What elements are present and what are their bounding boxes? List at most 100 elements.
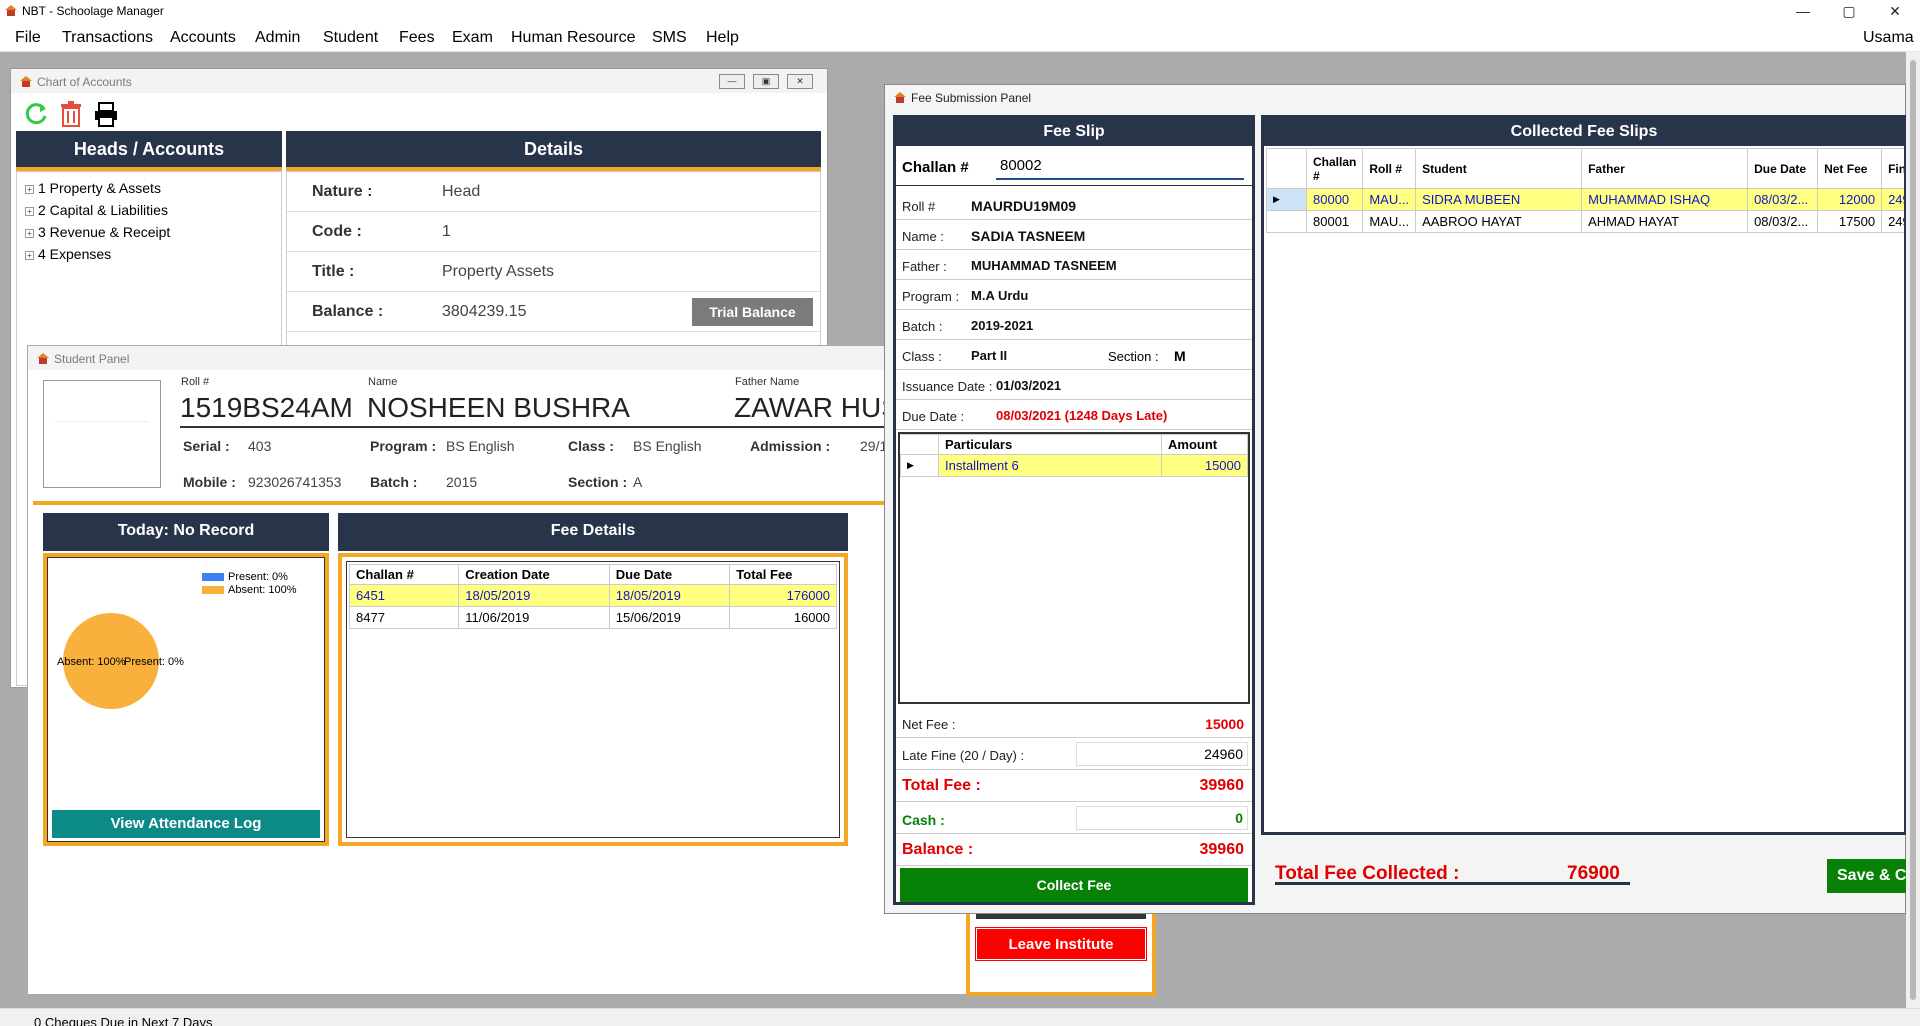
challan-label: Challan #	[902, 159, 969, 176]
col-due-date[interactable]: Due Date	[608, 564, 731, 585]
menu-student[interactable]: Student	[323, 29, 378, 47]
orange-divider	[33, 501, 889, 505]
refresh-icon[interactable]	[23, 101, 49, 127]
table-row[interactable]: 80001 MAU... AABROO HAYAT AHMAD HAYAT 08…	[1266, 210, 1904, 233]
cash-row: Cash :	[896, 802, 1252, 834]
total-collected-label: Total Fee Collected :	[1275, 863, 1460, 884]
fee-submission-window: Fee Submission Panel Fee Slip Challan # …	[884, 84, 1907, 914]
fee-details-panel: Challan # Creation Date Due Date Total F…	[338, 553, 848, 846]
menu-admin[interactable]: Admin	[255, 29, 300, 47]
fee-title-bar: Fee Submission Panel	[885, 85, 1905, 109]
menu-human-resource[interactable]: Human Resource	[511, 29, 636, 47]
admission-value: 29/1	[860, 438, 884, 454]
class-value: BS English	[633, 438, 702, 454]
minimize-button[interactable]: —	[1780, 0, 1826, 22]
close-button[interactable]: ✕	[1872, 0, 1918, 22]
details-header: Details	[286, 131, 821, 171]
current-user[interactable]: Usama	[1863, 29, 1914, 47]
coa-restore-button[interactable]: ▣	[753, 74, 779, 89]
col-student[interactable]: Student	[1415, 148, 1583, 189]
scrollbar-thumb[interactable]	[1910, 60, 1916, 1000]
cell-due-date: 18/05/2019	[608, 584, 731, 607]
print-icon[interactable]	[93, 101, 119, 127]
table-row[interactable]: ▶ 80000 MAU... SIDRA MUBEEN MUHAMMAD ISH…	[1266, 188, 1904, 211]
leave-institute-button[interactable]: Leave Institute	[975, 927, 1147, 961]
section-value: A	[633, 474, 643, 490]
menu-sms[interactable]: SMS	[652, 29, 687, 47]
name-caption: Name	[368, 376, 398, 388]
col-challan[interactable]: Challan #	[1305, 148, 1364, 189]
legend-absent-swatch	[202, 586, 224, 594]
col-particulars[interactable]: Particulars	[938, 434, 1162, 455]
heads-accounts-header: Heads / Accounts	[16, 131, 282, 171]
menu-fees[interactable]: Fees	[399, 29, 435, 47]
detail-row-balance: Balance :3804239.15 Trial Balance	[287, 292, 820, 332]
col-total-fee[interactable]: Total Fee	[729, 564, 837, 585]
tree-item-capital[interactable]: +2 Capital & Liabilities	[25, 202, 168, 218]
menu-accounts[interactable]: Accounts	[170, 29, 236, 47]
legend-absent-label: Absent: 100%	[228, 584, 297, 596]
challan-input[interactable]	[996, 152, 1244, 180]
particulars-grid[interactable]: Particulars Amount ▶ Installment 6 15000	[898, 432, 1250, 704]
vertical-scrollbar[interactable]	[1906, 52, 1920, 1008]
col-father[interactable]: Father	[1581, 148, 1749, 189]
save-button[interactable]: Save & C	[1827, 859, 1907, 893]
window-logo-icon	[894, 92, 906, 103]
fee-row-roll: Roll # MAURDU19M09	[896, 190, 1252, 220]
coa-minimize-button[interactable]: —	[719, 74, 745, 89]
row-selector-icon: ▶	[900, 454, 939, 477]
section-label: Section :	[568, 474, 628, 490]
tree-item-property[interactable]: +1 Property & Assets	[25, 180, 161, 196]
table-row[interactable]: ▶ Installment 6 15000	[900, 454, 1248, 477]
tree-item-revenue[interactable]: +3 Revenue & Receipt	[25, 224, 170, 240]
cell-particular: Installment 6	[938, 454, 1162, 477]
total-fee-row: Total Fee : 39960	[896, 770, 1252, 802]
total-collected-bar: Total Fee Collected : 76900	[1275, 863, 1630, 885]
late-fine-input[interactable]	[1076, 742, 1248, 766]
app-title: NBT - Schoolage Manager	[22, 4, 164, 18]
col-roll[interactable]: Roll #	[1362, 148, 1417, 189]
view-attendance-log-button[interactable]: View Attendance Log	[52, 810, 320, 838]
collect-fee-button[interactable]: Collect Fee	[900, 868, 1248, 902]
program-label: Program :	[370, 438, 437, 454]
late-fine-row: Late Fine (20 / Day) :	[896, 738, 1252, 770]
serial-label: Serial :	[183, 438, 230, 454]
menu-transactions[interactable]: Transactions	[62, 29, 153, 47]
attendance-pie-chart: Present: 0% Absent: 100% Absent: 100% Pr…	[57, 571, 297, 709]
fee-row-father: Father : MUHAMMAD TASNEEM	[896, 250, 1252, 280]
cell-due-date: 15/06/2019	[608, 606, 731, 629]
fee-slip-panel: Fee Slip Challan # Roll #MAURDU19M09 Nam…	[893, 115, 1255, 905]
pie-label-present: Present: 0%	[124, 656, 184, 668]
col-creation-date[interactable]: Creation Date	[458, 564, 610, 585]
maximize-button[interactable]: ▢	[1826, 0, 1872, 22]
fee-row-name: Name : SADIA TASNEEM	[896, 220, 1252, 250]
delete-icon[interactable]	[59, 101, 83, 127]
app-logo-icon	[5, 5, 17, 16]
table-row[interactable]: 6451 18/05/2019 18/05/2019 176000	[348, 584, 837, 607]
father-caption: Father Name	[735, 376, 800, 388]
fee-row-batch: Batch :2019-2021	[896, 310, 1252, 340]
menu-help[interactable]: Help	[706, 29, 739, 47]
legend-present-label: Present: 0%	[228, 571, 288, 583]
col-due-date[interactable]: Due Date	[1747, 148, 1819, 189]
table-row[interactable]: 8477 11/06/2019 15/06/2019 16000	[348, 606, 837, 629]
cell-creation-date: 18/05/2019	[458, 584, 610, 607]
menu-exam[interactable]: Exam	[452, 29, 493, 47]
trial-balance-button[interactable]: Trial Balance	[692, 298, 813, 326]
cash-input[interactable]	[1076, 806, 1248, 830]
app-title-bar: NBT - Schoolage Manager — ▢ ✕	[0, 0, 1920, 22]
fee-row-program: Program : M.A Urdu	[896, 280, 1252, 310]
col-challan[interactable]: Challan #	[348, 564, 460, 585]
col-fine[interactable]: Fine	[1881, 148, 1904, 189]
tree-item-expenses[interactable]: +4 Expenses	[25, 246, 111, 262]
collected-fee-slips-panel: Collected Fee Slips Challan # Roll # Stu…	[1261, 115, 1907, 835]
col-net-fee[interactable]: Net Fee	[1817, 148, 1883, 189]
status-bar: 0 Cheques Due in Next 7 Days	[0, 1008, 1920, 1026]
collected-slips-table[interactable]: Challan # Roll # Student Father Due Date…	[1266, 148, 1904, 233]
menu-file[interactable]: File	[15, 29, 41, 47]
fee-details-table[interactable]: Challan # Creation Date Due Date Total F…	[348, 564, 837, 629]
cell-amount: 15000	[1161, 454, 1248, 477]
challan-row: Challan #	[896, 146, 1252, 186]
col-amount[interactable]: Amount	[1161, 434, 1248, 455]
coa-close-button[interactable]: ✕	[787, 74, 813, 89]
